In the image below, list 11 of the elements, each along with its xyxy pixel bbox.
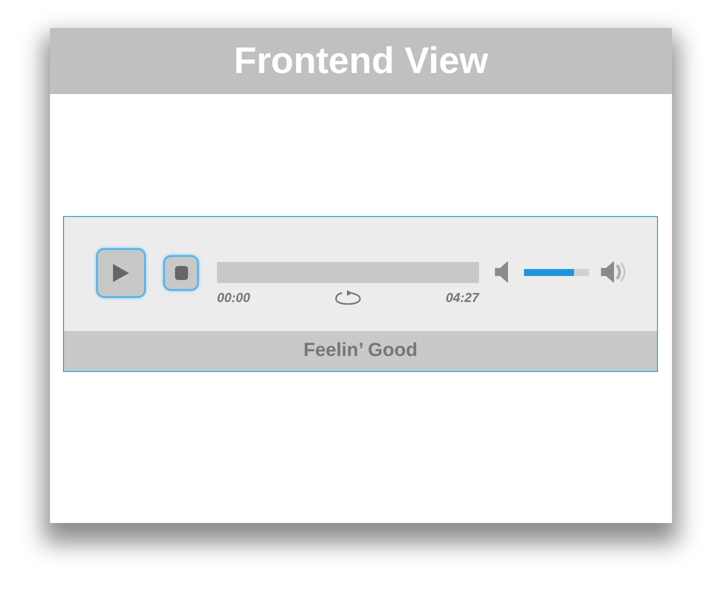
window-title: Frontend View xyxy=(234,40,488,82)
stop-button[interactable] xyxy=(163,255,199,291)
stop-icon xyxy=(174,266,188,280)
speaker-loud-icon[interactable] xyxy=(601,261,628,283)
play-icon xyxy=(113,264,129,282)
repeat-icon[interactable] xyxy=(335,289,361,305)
volume-slider[interactable] xyxy=(524,268,589,276)
play-button[interactable] xyxy=(96,248,146,298)
elapsed-time: 00:00 xyxy=(217,290,250,304)
total-duration: 04:27 xyxy=(446,290,479,304)
track-title: Feelin’ Good xyxy=(303,340,418,362)
